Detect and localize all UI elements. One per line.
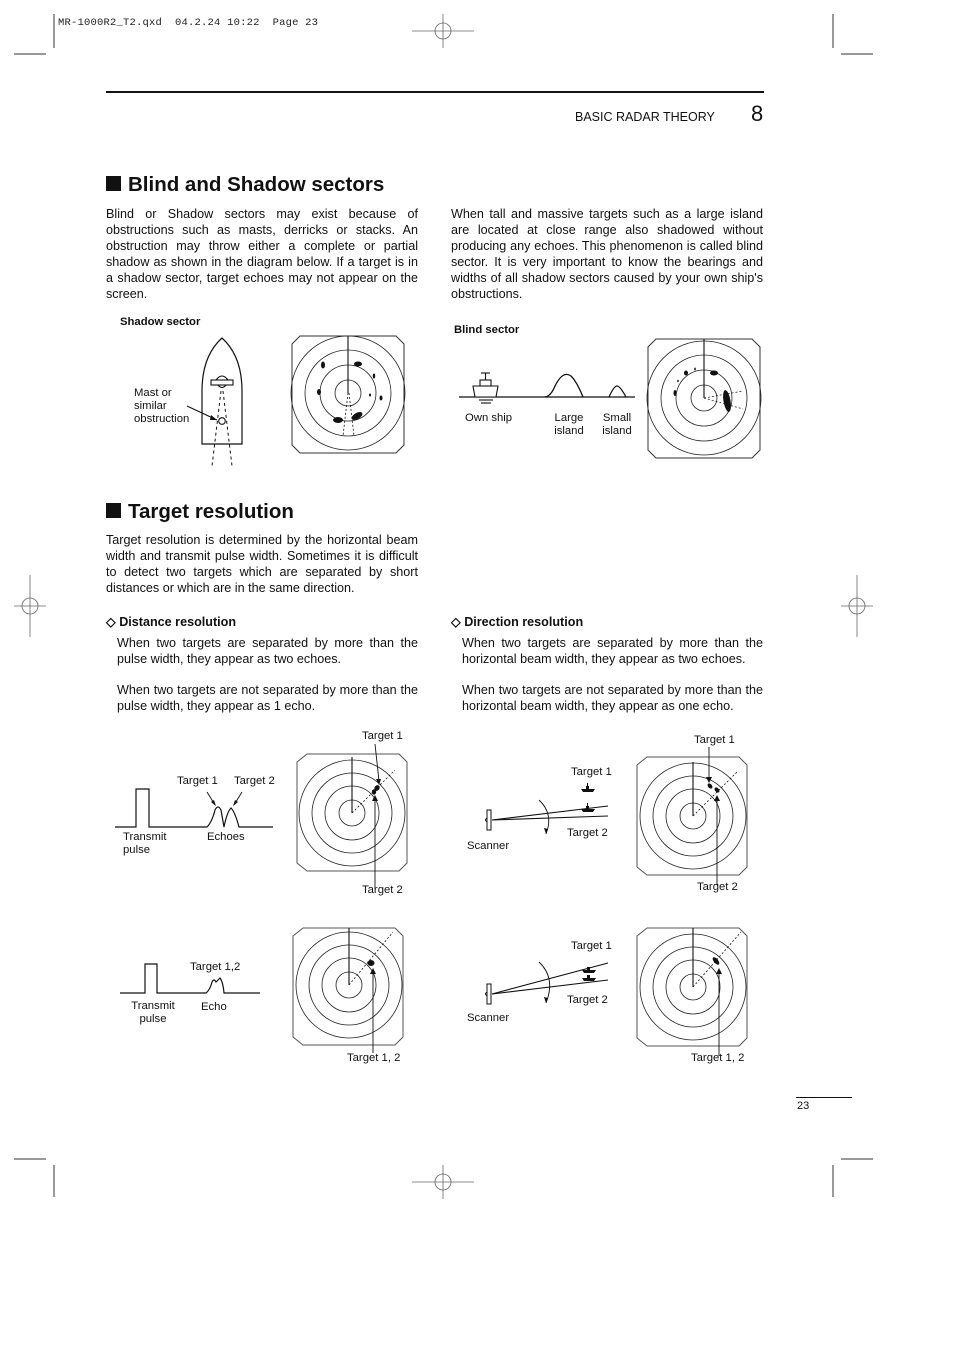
subheading-direction-resolution: ◇ Direction resolution — [451, 615, 584, 629]
registration-mark-right — [841, 575, 873, 637]
paragraph-blind: When tall and massive targets such as a … — [451, 207, 763, 301]
paragraph-distance-1: When two targets are separated by more t… — [117, 636, 418, 666]
footer-rule — [796, 1097, 852, 1098]
echoes-label: Echoes — [207, 831, 245, 843]
echo-target12-label: Target 1,2 — [190, 961, 241, 973]
beam-target1-label: Target 1 — [571, 940, 612, 952]
radar-target12-label: Target 1, 2 — [347, 1052, 401, 1064]
transmit-pulse-label: Transmit pulse — [131, 1000, 175, 1025]
merged-echo-blip — [367, 960, 375, 966]
heading-text: Blind and Shadow sectors — [128, 173, 385, 196]
page-number: 23 — [797, 1100, 810, 1112]
radar-display-shadow — [290, 335, 406, 454]
radar-target12-label: Target 1, 2 — [691, 1052, 745, 1064]
pulse-target2-label: Target 2 — [234, 775, 275, 787]
blind-sector-title: Blind sector — [454, 324, 520, 336]
slug-time: 10:22 — [227, 17, 260, 29]
island-profile-diagram — [459, 372, 635, 404]
ship-hull — [201, 337, 243, 445]
section-title: BASIC RADAR THEORY — [575, 110, 715, 124]
small-island-label: Small island — [602, 412, 632, 437]
pulse-diagram-two-echoes — [115, 788, 273, 828]
shadow-sector-title: Shadow sector — [120, 316, 201, 328]
echo-label: Echo — [201, 1001, 227, 1013]
beam-target2-label: Target 2 — [567, 994, 608, 1006]
print-slug: MR-1000R2_T2.qxd 04.2.24 10:22 Page 23 — [58, 17, 318, 29]
beam-diagram-one-target — [485, 961, 609, 1005]
square-bullet-icon — [106, 176, 121, 191]
registration-mark-top — [412, 14, 474, 48]
transmit-pulse-label: Transmit pulse — [123, 831, 167, 856]
radar-display-blind — [646, 338, 762, 459]
header-rule — [106, 91, 764, 93]
subheading-distance-resolution: ◇ Distance resolution — [106, 615, 237, 629]
diamond-bullet-icon: ◇ — [451, 615, 461, 629]
scanner-icon — [486, 983, 492, 1005]
radar-display-distance-one — [292, 927, 404, 1053]
radar-target2-label: Target 2 — [697, 881, 738, 893]
paragraph-target-resolution: Target resolution is determined by the h… — [106, 533, 418, 595]
mast-label: Mast or similar obstruction — [134, 387, 190, 425]
heading-blind-shadow: Blind and Shadow sectors — [106, 173, 384, 197]
radar-display-distance-two — [296, 743, 408, 889]
section-number: 8 — [751, 101, 764, 126]
ship-diagram — [186, 337, 243, 467]
echo-blips — [317, 361, 383, 423]
scanner-icon — [486, 809, 492, 831]
heading-text: Target resolution — [128, 500, 294, 523]
paragraph-shadow: Blind or Shadow sectors may exist becaus… — [106, 207, 418, 301]
pulse-target1-label: Target 1 — [177, 775, 218, 787]
slug-date: 04.2.24 — [175, 17, 221, 29]
small-island-shape — [608, 385, 627, 398]
paragraph-direction-2: When two targets are not separated by mo… — [462, 683, 763, 713]
scanner-label: Scanner — [467, 1012, 510, 1024]
scanner-icon — [210, 379, 234, 386]
slug-file: MR-1000R2_T2.qxd — [58, 17, 163, 29]
radar-display-direction-two — [636, 747, 748, 885]
radar-display-direction-one — [636, 927, 748, 1056]
heading-target-resolution: Target resolution — [106, 500, 294, 524]
own-ship-label: Own ship — [465, 412, 513, 424]
large-island-shape — [544, 373, 584, 398]
beam-target1-label: Target 1 — [571, 766, 612, 778]
echo-blips — [371, 785, 380, 795]
paragraph-distance-2: When two targets are not separated by mo… — [117, 683, 418, 713]
radar-target2-label: Target 2 — [362, 884, 403, 896]
crop-marks — [14, 14, 873, 1199]
beam-target2-label: Target 2 — [567, 827, 608, 839]
registration-mark-bottom — [412, 1165, 474, 1199]
radar-target1-label: Target 1 — [362, 730, 403, 742]
mast-icon — [218, 417, 226, 425]
echo-blips — [707, 783, 720, 793]
echo-blips — [673, 367, 731, 412]
square-bullet-icon — [106, 503, 121, 518]
slug-page: Page 23 — [272, 17, 319, 29]
own-ship-icon — [472, 372, 499, 404]
paragraph-direction-1: When two targets are separated by more t… — [462, 636, 763, 666]
target1-ship-icon — [581, 783, 595, 792]
radar-target1-label: Target 1 — [694, 734, 735, 746]
large-island-label: Large island — [554, 412, 584, 437]
scanner-label: Scanner — [467, 840, 510, 852]
registration-mark-left — [14, 575, 46, 637]
merged-echo-blip — [712, 957, 720, 965]
diamond-bullet-icon: ◇ — [106, 615, 116, 629]
